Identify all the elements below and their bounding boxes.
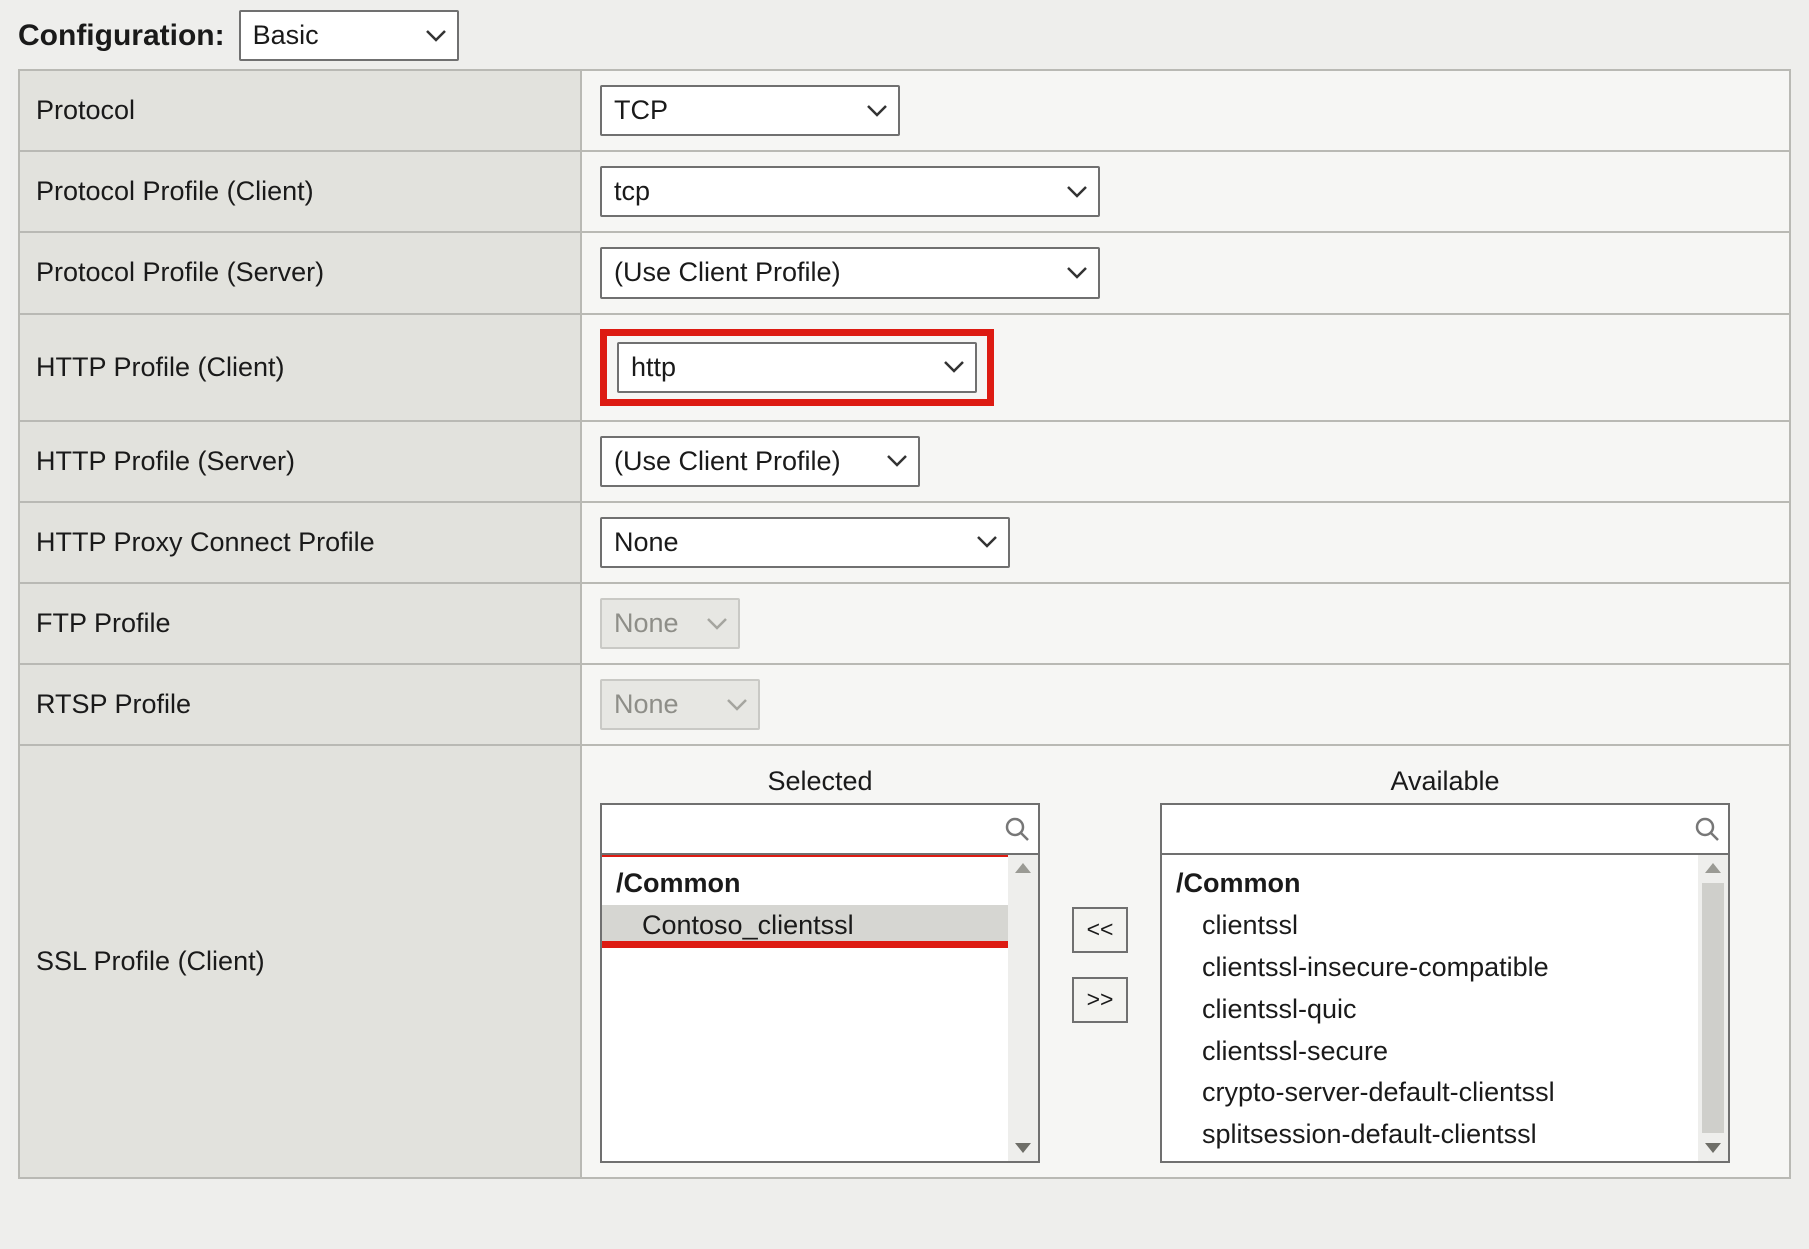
chevron-down-icon	[866, 104, 888, 118]
chevron-down-icon	[943, 360, 965, 374]
scroll-down-icon	[1705, 1143, 1721, 1153]
ssl-profile-duallist: Selected /Common Contoso_clientssl	[600, 760, 1771, 1163]
available-search[interactable]	[1160, 803, 1730, 853]
configuration-table: Protocol TCP Protocol Profile (Client) t…	[18, 69, 1791, 1179]
protocol-profile-client-select-value: tcp	[614, 172, 650, 211]
scroll-thumb[interactable]	[1702, 883, 1724, 1133]
search-icon	[1694, 816, 1720, 842]
rtsp-profile-select-value: None	[614, 685, 679, 724]
protocol-select-value: TCP	[614, 91, 668, 130]
available-item[interactable]: clientssl-insecure-compatible	[1162, 947, 1698, 989]
ftp-profile-select-value: None	[614, 604, 679, 643]
available-item[interactable]: crypto-server-default-clientssl	[1162, 1072, 1698, 1114]
row-ftp-profile: FTP Profile None	[19, 583, 1790, 664]
row-http-profile-client: HTTP Profile (Client) http	[19, 314, 1790, 421]
http-profile-server-select-value: (Use Client Profile)	[614, 442, 841, 481]
selected-group-common: /Common	[602, 863, 1008, 905]
available-item[interactable]: splitsession-default-clientssl	[1162, 1114, 1698, 1156]
http-proxy-connect-profile-select-value: None	[614, 523, 679, 562]
selected-listbox[interactable]: /Common Contoso_clientssl	[600, 853, 1040, 1163]
http-profile-client-select-value: http	[631, 348, 676, 387]
row-rtsp-profile: RTSP Profile None	[19, 664, 1790, 745]
http-profile-client-select[interactable]: http	[617, 342, 977, 393]
configuration-header: Configuration: Basic	[0, 0, 1809, 69]
row-http-profile-server: HTTP Profile (Server) (Use Client Profil…	[19, 421, 1790, 502]
move-left-button[interactable]: <<	[1072, 907, 1128, 953]
configuration-label: Configuration:	[18, 19, 225, 53]
available-title: Available	[1160, 766, 1730, 803]
row-protocol: Protocol TCP	[19, 70, 1790, 151]
move-right-button[interactable]: >>	[1072, 977, 1128, 1023]
chevron-down-icon	[1066, 266, 1088, 280]
protocol-profile-client-label: Protocol Profile (Client)	[19, 151, 581, 232]
protocol-profile-client-select[interactable]: tcp	[600, 166, 1100, 217]
ftp-profile-label: FTP Profile	[19, 583, 581, 664]
ssl-profile-client-label: SSL Profile (Client)	[19, 745, 581, 1178]
http-profile-server-label: HTTP Profile (Server)	[19, 421, 581, 502]
row-ssl-profile-client: SSL Profile (Client) Selected /C	[19, 745, 1790, 1178]
selected-search[interactable]	[600, 803, 1040, 853]
chevron-down-icon	[425, 29, 447, 43]
selected-title: Selected	[600, 766, 1040, 803]
scroll-thumb	[1012, 883, 1034, 1133]
row-protocol-profile-client: Protocol Profile (Client) tcp	[19, 151, 1790, 232]
scroll-up-icon	[1015, 863, 1031, 873]
configuration-select-value: Basic	[253, 16, 319, 55]
protocol-profile-server-select[interactable]: (Use Client Profile)	[600, 247, 1100, 298]
http-proxy-connect-profile-label: HTTP Proxy Connect Profile	[19, 502, 581, 583]
row-http-proxy-connect-profile: HTTP Proxy Connect Profile None	[19, 502, 1790, 583]
protocol-label: Protocol	[19, 70, 581, 151]
chevron-down-icon	[726, 698, 748, 712]
http-profile-client-highlight: http	[600, 329, 994, 406]
available-group-common: /Common	[1162, 863, 1698, 905]
search-icon	[1004, 816, 1030, 842]
protocol-select[interactable]: TCP	[600, 85, 900, 136]
chevron-down-icon	[976, 535, 998, 549]
available-scrollbar[interactable]	[1698, 855, 1728, 1161]
available-item[interactable]: clientssl	[1162, 905, 1698, 947]
selected-item[interactable]: Contoso_clientssl	[602, 905, 1008, 947]
rtsp-profile-select: None	[600, 679, 760, 730]
selected-scrollbar[interactable]	[1008, 855, 1038, 1161]
available-listbox[interactable]: /Common clientssl clientssl-insecure-com…	[1160, 853, 1730, 1163]
scroll-down-icon	[1015, 1143, 1031, 1153]
available-item[interactable]: clientssl-secure	[1162, 1031, 1698, 1073]
rtsp-profile-label: RTSP Profile	[19, 664, 581, 745]
available-item[interactable]: clientssl-quic	[1162, 989, 1698, 1031]
ftp-profile-select: None	[600, 598, 740, 649]
row-protocol-profile-server: Protocol Profile (Server) (Use Client Pr…	[19, 232, 1790, 313]
protocol-profile-server-label: Protocol Profile (Server)	[19, 232, 581, 313]
configuration-select[interactable]: Basic	[239, 10, 459, 61]
protocol-profile-server-select-value: (Use Client Profile)	[614, 253, 841, 292]
http-profile-client-label: HTTP Profile (Client)	[19, 314, 581, 421]
chevron-down-icon	[1066, 185, 1088, 199]
chevron-down-icon	[886, 454, 908, 468]
http-profile-server-select[interactable]: (Use Client Profile)	[600, 436, 920, 487]
duallist-buttons: << >>	[1072, 766, 1128, 1163]
http-proxy-connect-profile-select[interactable]: None	[600, 517, 1010, 568]
scroll-up-icon	[1705, 863, 1721, 873]
available-column: Available /Common clientssl clientssl-in…	[1160, 766, 1730, 1163]
chevron-down-icon	[706, 617, 728, 631]
selected-column: Selected /Common Contoso_clientssl	[600, 766, 1040, 1163]
